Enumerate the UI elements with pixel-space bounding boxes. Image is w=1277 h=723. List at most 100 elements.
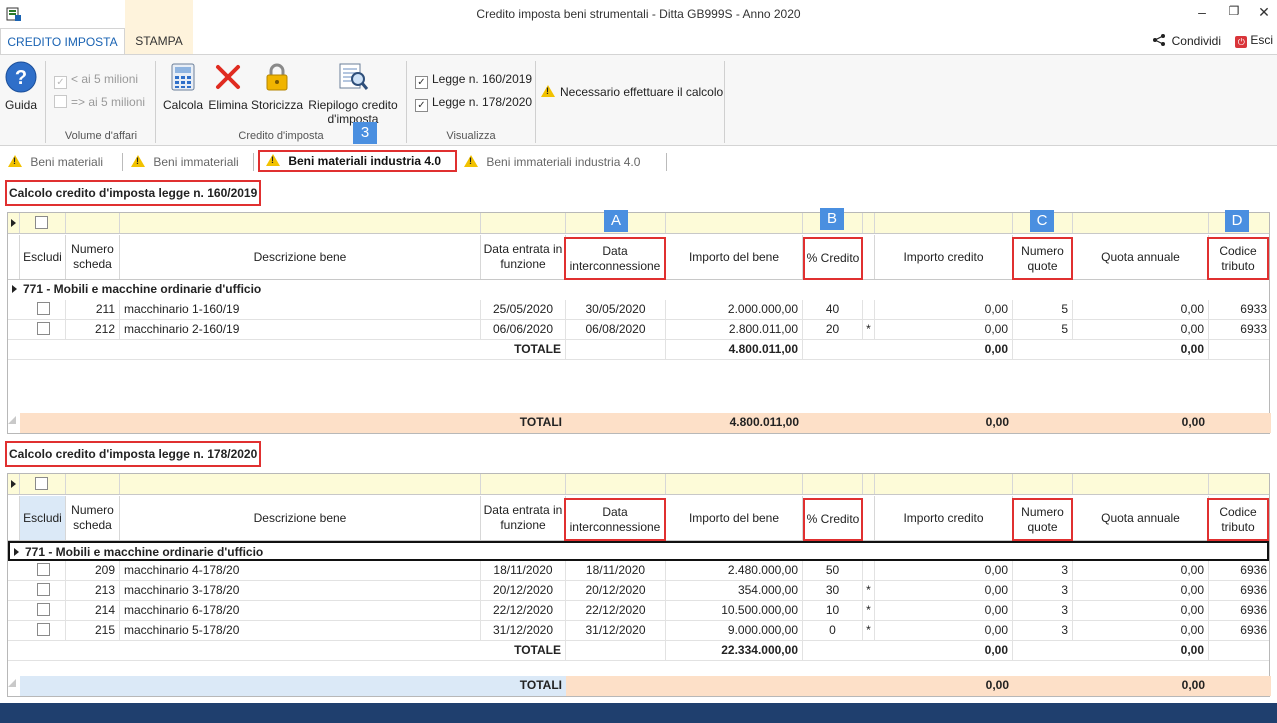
header-quota-annuale[interactable]: Quota annuale: [1073, 235, 1209, 279]
header-descrizione[interactable]: Descrizione bene: [120, 496, 481, 540]
visualizza-opt1[interactable]: ✓ Legge n. 160/2019: [415, 72, 532, 89]
perc-cell: 50: [803, 561, 863, 581]
totali-credito: 0,00: [985, 415, 1009, 429]
filter-cell[interactable]: [20, 213, 66, 233]
header-row: Escludi Numero scheda Descrizione bene Da…: [8, 496, 1269, 541]
header-numero-quote[interactable]: Numero quote: [1012, 237, 1073, 280]
filter-cell[interactable]: [566, 474, 666, 494]
escludi-cell[interactable]: [20, 621, 66, 641]
escludi-cell[interactable]: [20, 581, 66, 601]
table-row[interactable]: 215 macchinario 5-178/20 31/12/2020 31/1…: [8, 621, 1269, 641]
tab-beni-immateriali[interactable]: Beni immateriali: [131, 151, 239, 173]
filter-cell[interactable]: [1013, 474, 1073, 494]
filter-cell[interactable]: [481, 474, 566, 494]
restore-icon[interactable]: ❐: [1224, 4, 1244, 18]
filter-cell[interactable]: [875, 474, 1013, 494]
header-escludi[interactable]: Escludi: [20, 496, 66, 540]
filter-cell[interactable]: [120, 474, 481, 494]
filter-cell[interactable]: [481, 213, 566, 233]
volume-opt2-checkbox[interactable]: [54, 95, 67, 108]
tab-credito-imposta[interactable]: CREDITO IMPOSTA: [0, 28, 125, 54]
share-button[interactable]: Condividi: [1152, 33, 1221, 48]
tab-separator: [253, 153, 254, 171]
volume-opt1-checkbox[interactable]: ✓: [54, 76, 67, 89]
filter-select-all-checkbox[interactable]: [35, 216, 48, 229]
filter-cell[interactable]: [66, 474, 120, 494]
guida-button[interactable]: ? Guida: [4, 61, 38, 112]
tab-beni-materiali-industria-40[interactable]: Beni materiali industria 4.0: [258, 150, 457, 172]
table-row[interactable]: 212 macchinario 2-160/19 06/06/2020 06/0…: [8, 320, 1269, 340]
numero-cell: 211: [66, 300, 120, 320]
subtotal-row: TOTALE 22.334.000,00 0,00 0,00: [8, 641, 1269, 661]
filter-select-all-checkbox[interactable]: [35, 477, 48, 490]
escludi-cell[interactable]: [20, 300, 66, 320]
escludi-checkbox[interactable]: [37, 583, 50, 596]
filter-cell[interactable]: [875, 213, 1013, 233]
volume-opt2[interactable]: => ai 5 milioni: [54, 95, 145, 109]
header-data-entrata[interactable]: Data entrata in funzione: [481, 235, 566, 279]
storicizza-button[interactable]: Storicizza: [251, 61, 303, 112]
legge-160-checkbox[interactable]: ✓: [415, 76, 428, 89]
header-importo-bene[interactable]: Importo del bene: [666, 235, 803, 279]
table-row[interactable]: 214 macchinario 6-178/20 22/12/2020 22/1…: [8, 601, 1269, 621]
header-importo-credito[interactable]: Importo credito: [875, 496, 1013, 540]
escludi-checkbox[interactable]: [37, 603, 50, 616]
header-data-entrata[interactable]: Data entrata in funzione: [481, 496, 566, 540]
header-quota-annuale[interactable]: Quota annuale: [1073, 496, 1209, 540]
codice-cell: 6936: [1240, 623, 1267, 637]
entrata-cell: 25/05/2020: [481, 300, 566, 320]
table-row[interactable]: 211 macchinario 1-160/19 25/05/2020 30/0…: [8, 300, 1269, 320]
header-escludi[interactable]: Escludi: [20, 235, 66, 279]
header-perc-credito[interactable]: % Credito: [803, 237, 863, 280]
exit-button[interactable]: ⏻ Esci: [1235, 33, 1273, 48]
filter-cell[interactable]: [803, 474, 863, 494]
escludi-checkbox[interactable]: [37, 563, 50, 576]
tab-stampa[interactable]: STAMPA: [125, 0, 193, 54]
document-tabs: Beni materiali Beni immateriali Beni mat…: [0, 147, 1277, 175]
filter-cell[interactable]: [20, 474, 66, 494]
escludi-cell[interactable]: [20, 320, 66, 340]
header-numero-scheda[interactable]: Numero scheda: [66, 496, 120, 540]
header-perc-credito[interactable]: % Credito: [803, 498, 863, 541]
credito-cell: 0,00: [875, 621, 1013, 641]
tab-beni-materiali[interactable]: Beni materiali: [8, 151, 103, 173]
header-codice-tributo[interactable]: Codice tributo: [1207, 237, 1269, 280]
table-row[interactable]: 213 macchinario 3-178/20 20/12/2020 20/1…: [8, 581, 1269, 601]
volume-opt1[interactable]: ✓ < ai 5 milioni: [54, 72, 138, 89]
filter-cell[interactable]: [120, 213, 481, 233]
header-numero-scheda[interactable]: Numero scheda: [66, 235, 120, 279]
filter-cell[interactable]: [666, 474, 803, 494]
escludi-cell[interactable]: [20, 601, 66, 621]
header-codice-tributo[interactable]: Codice tributo: [1207, 498, 1269, 541]
tab-separator: [666, 153, 667, 171]
riepilogo-button[interactable]: Riepilogo credito d'imposta: [306, 61, 400, 126]
table-row[interactable]: 209 macchinario 4-178/20 18/11/2020 18/1…: [8, 561, 1269, 581]
filter-cell[interactable]: [66, 213, 120, 233]
legge-178-checkbox[interactable]: ✓: [415, 99, 428, 112]
filter-cell[interactable]: [863, 474, 875, 494]
header-descrizione[interactable]: Descrizione bene: [120, 235, 481, 279]
filter-cell[interactable]: [1209, 474, 1271, 494]
header-numero-quote[interactable]: Numero quote: [1012, 498, 1073, 541]
calcola-button[interactable]: Calcola: [161, 61, 205, 112]
visualizza-opt2[interactable]: ✓ Legge n. 178/2020: [415, 95, 532, 112]
filter-cell[interactable]: [863, 213, 875, 233]
escludi-cell[interactable]: [20, 561, 66, 581]
minimize-icon[interactable]: –: [1192, 4, 1212, 20]
close-icon[interactable]: ✕: [1254, 4, 1274, 21]
escludi-checkbox[interactable]: [37, 623, 50, 636]
tab-beni-immateriali-industria-40[interactable]: Beni immateriali industria 4.0: [464, 151, 640, 173]
header-data-interconnessione[interactable]: Data interconnessione: [564, 498, 666, 541]
header-data-interconnessione[interactable]: Data interconnessione: [564, 237, 666, 280]
escludi-checkbox[interactable]: [37, 302, 50, 315]
group-row[interactable]: 771 - Mobili e macchine ordinarie d'uffi…: [8, 280, 1269, 300]
header-importo-bene[interactable]: Importo del bene: [666, 496, 803, 540]
escludi-checkbox[interactable]: [37, 322, 50, 335]
filter-cell[interactable]: [666, 213, 803, 233]
elimina-button[interactable]: Elimina: [206, 61, 250, 112]
header-flag: [863, 235, 875, 279]
filter-cell[interactable]: [1073, 474, 1209, 494]
filter-cell[interactable]: [1073, 213, 1209, 233]
header-importo-credito[interactable]: Importo credito: [875, 235, 1013, 279]
group-row[interactable]: 771 - Mobili e macchine ordinarie d'uffi…: [8, 541, 1269, 561]
